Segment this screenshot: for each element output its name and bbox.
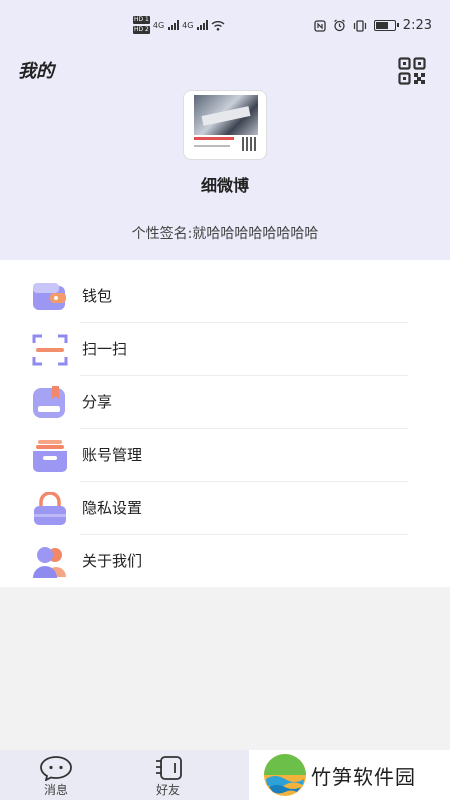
watermark-logo-icon	[264, 754, 306, 796]
status-bar: HD 1 HD 2 4G 4G 2:23	[0, 0, 450, 52]
menu-item-privacy[interactable]: 隐私设置	[0, 482, 450, 535]
clock-time: 2:23	[402, 18, 432, 33]
system-status: 2:23	[314, 18, 432, 33]
menu-item-label: 隐私设置	[82, 499, 143, 517]
tab-label: 消息	[43, 783, 68, 797]
tab-friends[interactable]: 好友	[138, 750, 198, 800]
username: 细微博	[200, 176, 249, 195]
signal-bars-icon	[197, 20, 209, 30]
battery-icon	[373, 20, 399, 31]
avatar[interactable]	[183, 90, 267, 160]
share-icon	[33, 386, 65, 418]
menu-item-account-management[interactable]: 账号管理	[0, 429, 450, 482]
menu-item-scan[interactable]: 扫一扫	[0, 323, 450, 376]
privacy-lock-icon	[34, 492, 66, 525]
wifi-icon	[211, 20, 225, 31]
hd1-badge: HD 1	[133, 16, 150, 24]
qr-code-icon[interactable]	[398, 57, 426, 85]
menu-item-label: 扫一扫	[82, 340, 128, 358]
signal-group: HD 1 HD 2 4G 4G	[133, 15, 225, 35]
friends-icon	[156, 756, 182, 780]
account-management-icon	[33, 440, 67, 472]
nfc-icon	[314, 19, 326, 32]
vibrate-icon	[353, 19, 366, 32]
avatar-caption-line	[194, 137, 234, 140]
tab-messages[interactable]: 消息	[26, 750, 86, 800]
net2-label: 4G	[182, 20, 194, 30]
watermark: 竹笋软件园	[249, 750, 450, 800]
menu-item-label: 关于我们	[82, 552, 143, 570]
menu-item-label: 账号管理	[82, 446, 143, 464]
alarm-icon	[333, 19, 345, 32]
watermark-text: 竹笋软件园	[311, 765, 416, 789]
avatar-caption-line	[194, 145, 230, 147]
hd2-badge: HD 2	[133, 26, 150, 34]
tab-label: 好友	[155, 783, 180, 797]
menu-item-share[interactable]: 分享	[0, 376, 450, 429]
message-icon	[40, 756, 72, 781]
signal-bars-icon	[168, 20, 180, 30]
wallet-icon	[33, 283, 66, 310]
signature: 个性签名:就哈哈哈哈哈哈哈哈	[131, 226, 319, 242]
menu-item-label: 钱包	[82, 287, 113, 305]
scan-icon	[32, 334, 68, 366]
profile-header: 我的 细微博 个性签名:就哈哈哈哈哈哈哈哈	[0, 52, 450, 260]
menu-item-about-us[interactable]: 关于我们	[0, 535, 450, 588]
avatar-photo	[194, 95, 258, 135]
page-title: 我的	[18, 61, 54, 82]
hd-badges: HD 1 HD 2	[133, 15, 150, 35]
avatar-qr-graphic	[242, 137, 256, 151]
about-us-icon	[33, 547, 66, 578]
menu-item-wallet[interactable]: 钱包	[0, 270, 450, 323]
menu-list: 钱包 扫一扫 分享 账号管理 隐私设置 关于我们	[0, 260, 450, 587]
net1-label: 4G	[152, 20, 165, 30]
menu-item-label: 分享	[82, 393, 113, 411]
